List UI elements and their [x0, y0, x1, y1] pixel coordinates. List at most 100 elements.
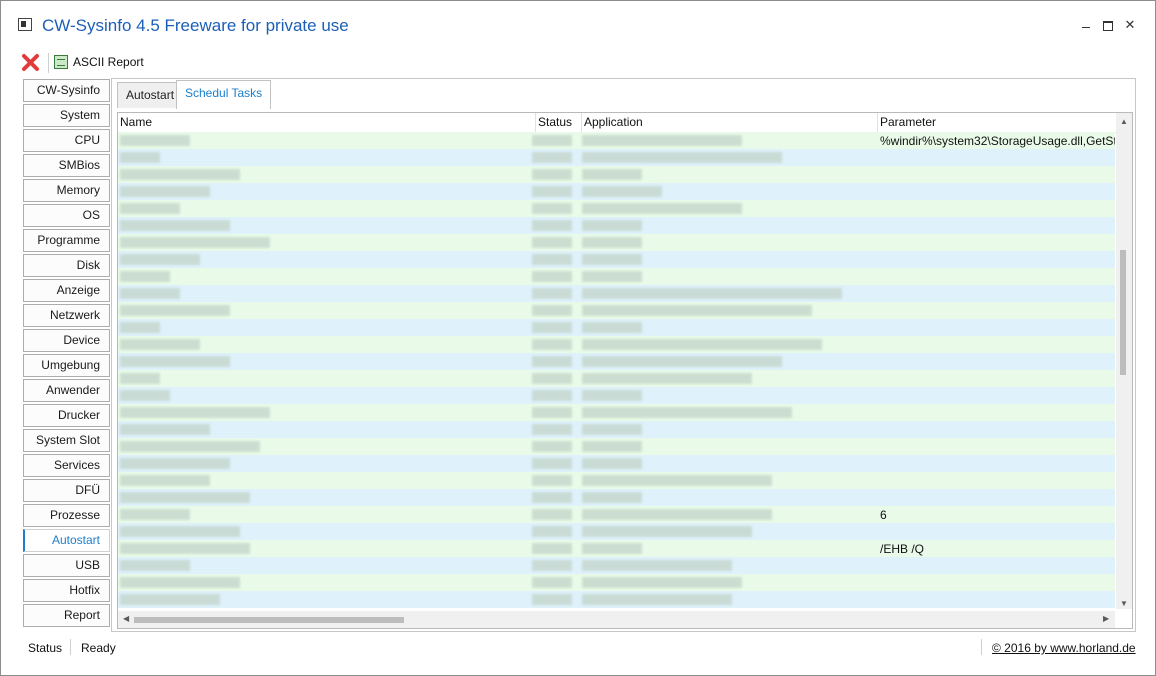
- table-row[interactable]: [118, 438, 1115, 455]
- table-row[interactable]: [118, 370, 1115, 387]
- sidebar-item-programme[interactable]: Programme: [23, 229, 110, 252]
- report-icon[interactable]: [54, 55, 68, 69]
- sidebar-item-cpu[interactable]: CPU: [23, 129, 110, 152]
- sidebar-item-df-netzwerk[interactable]: DFÜ Netzwerk: [23, 479, 110, 518]
- sidebar-item-anwender[interactable]: Anwender: [23, 379, 110, 402]
- parameter-cell: 6: [880, 508, 887, 522]
- redacted-name: [120, 305, 230, 316]
- table-row[interactable]: [118, 489, 1115, 506]
- app-icon: [18, 18, 32, 31]
- sidebar-item-smbios[interactable]: SMBios: [23, 154, 110, 177]
- tab-schedul-tasks[interactable]: Schedul Tasks: [176, 80, 272, 109]
- redacted-application: [582, 135, 742, 146]
- redacted-application: [582, 543, 642, 554]
- vertical-scrollbar[interactable]: ▲ ▼: [1116, 113, 1132, 609]
- title-bar[interactable]: CW-Sysinfo 4.5 Freeware for private use …: [1, 1, 1155, 49]
- redacted-name: [120, 424, 210, 435]
- scroll-down-arrow-icon[interactable]: ▼: [1120, 599, 1128, 608]
- sidebar-item-system-slot[interactable]: System Slot: [23, 429, 110, 452]
- sidebar-item-device[interactable]: Device: [23, 329, 110, 352]
- table-row[interactable]: [118, 353, 1115, 370]
- tab-autostart[interactable]: Autostart: [117, 82, 184, 108]
- table-row[interactable]: [118, 268, 1115, 285]
- table-row[interactable]: [118, 200, 1115, 217]
- minimize-button[interactable]: [1079, 18, 1093, 32]
- column-header-parameter[interactable]: Parameter: [878, 113, 1115, 132]
- sidebar-item-disk[interactable]: Disk: [23, 254, 110, 277]
- sidebar-item-cw-sysinfo[interactable]: CW-Sysinfo: [23, 79, 110, 102]
- redacted-name: [120, 254, 200, 265]
- table-row[interactable]: [118, 455, 1115, 472]
- sidebar-item-usb[interactable]: USB: [23, 554, 110, 577]
- table-row[interactable]: [118, 574, 1115, 591]
- redacted-status: [532, 356, 572, 367]
- table-row[interactable]: [118, 285, 1115, 302]
- table-row[interactable]: 6: [118, 506, 1115, 523]
- redacted-application: [582, 186, 662, 197]
- table-row[interactable]: [118, 217, 1115, 234]
- redacted-status: [532, 407, 572, 418]
- table-row[interactable]: [118, 472, 1115, 489]
- redacted-status: [532, 594, 572, 605]
- ascii-report-button[interactable]: ASCII Report: [73, 55, 144, 69]
- scroll-left-arrow-icon[interactable]: ◀: [123, 614, 129, 623]
- redacted-status: [532, 135, 572, 146]
- redacted-name: [120, 594, 220, 605]
- sidebar-item-netzwerk[interactable]: Netzwerk: [23, 304, 110, 327]
- sidebar-item-report[interactable]: Report: [23, 604, 110, 627]
- scroll-right-arrow-icon[interactable]: ▶: [1103, 614, 1109, 623]
- table-row[interactable]: [118, 336, 1115, 353]
- column-header-status[interactable]: Status: [536, 113, 582, 132]
- table-row[interactable]: [118, 251, 1115, 268]
- table-row[interactable]: [118, 557, 1115, 574]
- window-title: CW-Sysinfo 4.5 Freeware for private use: [42, 16, 349, 35]
- redacted-status: [532, 305, 572, 316]
- horizontal-scroll-thumb[interactable]: [134, 617, 404, 623]
- table-row[interactable]: [118, 387, 1115, 404]
- table-row[interactable]: [118, 523, 1115, 540]
- redacted-application: [582, 152, 782, 163]
- table-row[interactable]: [118, 319, 1115, 336]
- redacted-name: [120, 186, 210, 197]
- sidebar-item-hotfix[interactable]: Hotfix: [23, 579, 110, 602]
- table-row[interactable]: %windir%\system32\StorageUsage.dll,GetSt…: [118, 132, 1115, 149]
- table-row[interactable]: [118, 404, 1115, 421]
- table-row[interactable]: [118, 183, 1115, 200]
- redacted-name: [120, 509, 190, 520]
- redacted-application: [582, 560, 732, 571]
- table-row[interactable]: [118, 166, 1115, 183]
- table-row[interactable]: [118, 149, 1115, 166]
- tasks-table: Name Status Application Parameter %windi…: [117, 112, 1133, 629]
- sidebar-item-memory[interactable]: Memory: [23, 179, 110, 202]
- table-row[interactable]: [118, 302, 1115, 319]
- copyright-link[interactable]: © 2016 by www.horland.de: [992, 641, 1136, 655]
- close-button[interactable]: ✕: [1123, 18, 1137, 32]
- table-row[interactable]: [118, 591, 1115, 608]
- redacted-name: [120, 237, 270, 248]
- sidebar-item-anzeige[interactable]: Anzeige: [23, 279, 110, 302]
- exit-icon[interactable]: [21, 53, 40, 72]
- sidebar-item-drucker[interactable]: Drucker: [23, 404, 110, 427]
- sidebar-item-os[interactable]: OS: [23, 204, 110, 227]
- redacted-name: [120, 441, 260, 452]
- vertical-scroll-thumb[interactable]: [1120, 250, 1126, 375]
- redacted-application: [582, 169, 642, 180]
- table-row[interactable]: [118, 234, 1115, 251]
- maximize-button[interactable]: [1101, 18, 1115, 32]
- redacted-status: [532, 373, 572, 384]
- sidebar-item-autostart[interactable]: Autostart: [23, 529, 110, 552]
- scroll-up-arrow-icon[interactable]: ▲: [1120, 117, 1128, 126]
- redacted-status: [532, 543, 572, 554]
- redacted-name: [120, 203, 180, 214]
- redacted-name: [120, 475, 210, 486]
- table-row[interactable]: /EHB /Q: [118, 540, 1115, 557]
- sidebar-item-prozesse[interactable]: Prozesse: [23, 504, 110, 527]
- column-header-name[interactable]: Name: [118, 113, 536, 132]
- sidebar-item-system[interactable]: System: [23, 104, 110, 127]
- sidebar-item-services[interactable]: Services: [23, 454, 110, 477]
- sidebar-item-umgebung[interactable]: Umgebung: [23, 354, 110, 377]
- column-header-application[interactable]: Application: [582, 113, 878, 132]
- table-row[interactable]: [118, 421, 1115, 438]
- horizontal-scrollbar[interactable]: ◀ ▶: [118, 611, 1115, 628]
- redacted-application: [582, 356, 782, 367]
